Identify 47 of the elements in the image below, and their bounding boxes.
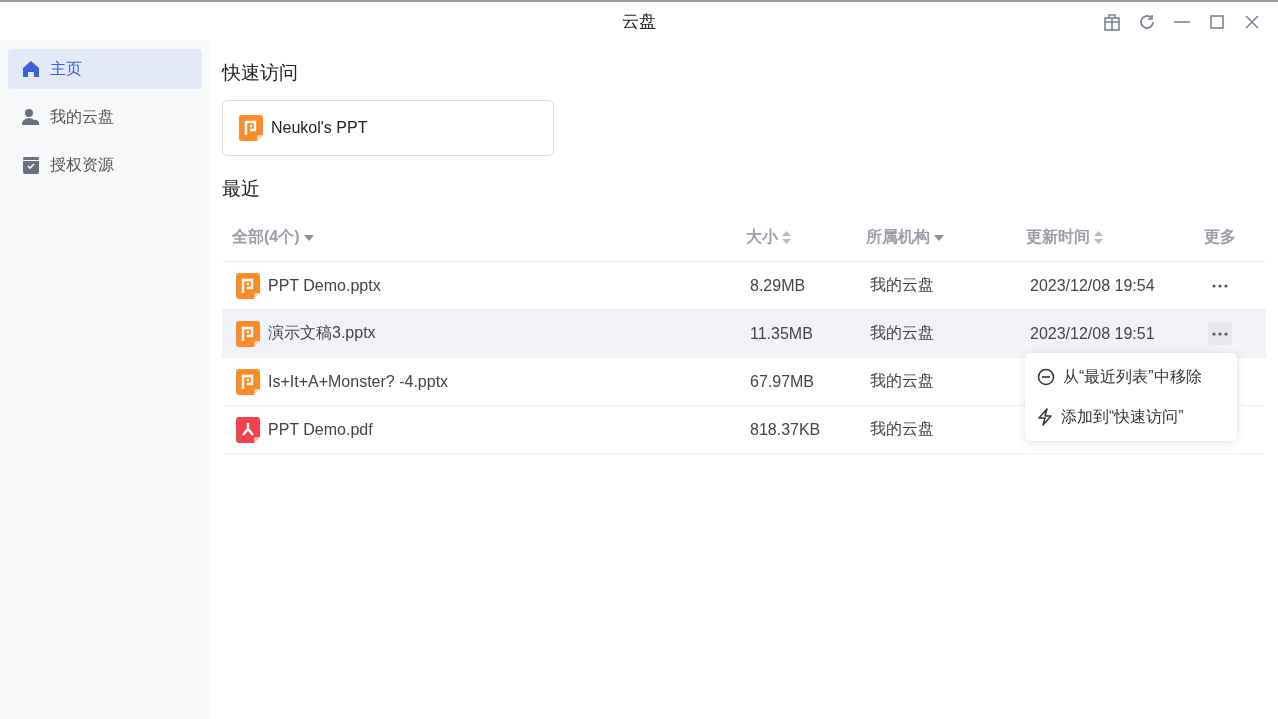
file-name: Is+It+A+Monster? -4.pptx bbox=[268, 372, 449, 391]
quick-access-card[interactable]: Neukol's PPT bbox=[222, 100, 554, 156]
table-cell: 11.35MB bbox=[750, 324, 813, 343]
table-cell: 2023/12/08 19:54 bbox=[1030, 276, 1155, 295]
sidebar-item[interactable]: 我的云盘 bbox=[8, 97, 202, 137]
table-cell: 67.97MB bbox=[750, 372, 815, 391]
column-header: 所属机构 bbox=[866, 227, 930, 247]
lightning-icon bbox=[1037, 408, 1053, 426]
presentation-file-icon bbox=[236, 320, 260, 347]
minus-circle-icon bbox=[1037, 368, 1055, 386]
table-cell: 8.29MB bbox=[750, 276, 806, 295]
table-cell-text: 我的云盘 bbox=[870, 419, 934, 439]
section-title: 最近 bbox=[222, 177, 261, 201]
section-title: 快速访问 bbox=[222, 61, 299, 85]
column-header: 全部(4个) bbox=[232, 227, 300, 247]
menu-item[interactable]: 从“最近列表”中移除 bbox=[1037, 358, 1225, 396]
ellipsis-icon bbox=[1212, 283, 1228, 288]
file-name: Neukol's PPT bbox=[271, 119, 368, 137]
more-options-button[interactable] bbox=[1208, 322, 1232, 345]
home-icon bbox=[22, 60, 40, 78]
file-name: 演示文稿3.pptx bbox=[268, 323, 376, 343]
sidebar-item[interactable]: 授权资源 bbox=[8, 145, 202, 185]
file-name: PPT Demo.pptx bbox=[268, 276, 381, 295]
table-cell-text: 我的云盘 bbox=[870, 371, 934, 391]
pdf-file-icon bbox=[236, 416, 260, 443]
dropdown-caret-icon[interactable] bbox=[934, 234, 944, 241]
table-cell-text: 我的云盘 bbox=[870, 275, 934, 295]
column-header: 更多 bbox=[1204, 227, 1236, 247]
gift-icon[interactable] bbox=[1101, 11, 1122, 32]
column-header: 更新时间 bbox=[1026, 227, 1090, 247]
table-cell: 2023/12/08 19:51 bbox=[1030, 324, 1155, 343]
sidebar-item[interactable]: 主页 bbox=[8, 49, 202, 89]
sort-icon[interactable] bbox=[782, 231, 791, 244]
table-cell-text: 我的云盘 bbox=[870, 323, 934, 343]
user-icon bbox=[22, 108, 40, 126]
sort-icon[interactable] bbox=[1094, 231, 1103, 244]
dropdown-caret-icon[interactable] bbox=[303, 234, 314, 241]
inbox-icon bbox=[22, 156, 40, 174]
ellipsis-icon bbox=[1212, 331, 1228, 336]
presentation-file-icon bbox=[236, 272, 260, 299]
presentation-file-icon bbox=[236, 368, 260, 395]
table-row[interactable]: 演示文稿3.pptx 11.35MB 我的云盘 2023/12/08 19:51 bbox=[222, 310, 1266, 358]
presentation-file-icon bbox=[239, 115, 263, 141]
file-name: PPT Demo.pdf bbox=[268, 420, 373, 439]
column-header: 大小 bbox=[746, 227, 778, 247]
table-cell: 818.37KB bbox=[750, 420, 821, 439]
window-title: 云盘 bbox=[622, 10, 656, 33]
